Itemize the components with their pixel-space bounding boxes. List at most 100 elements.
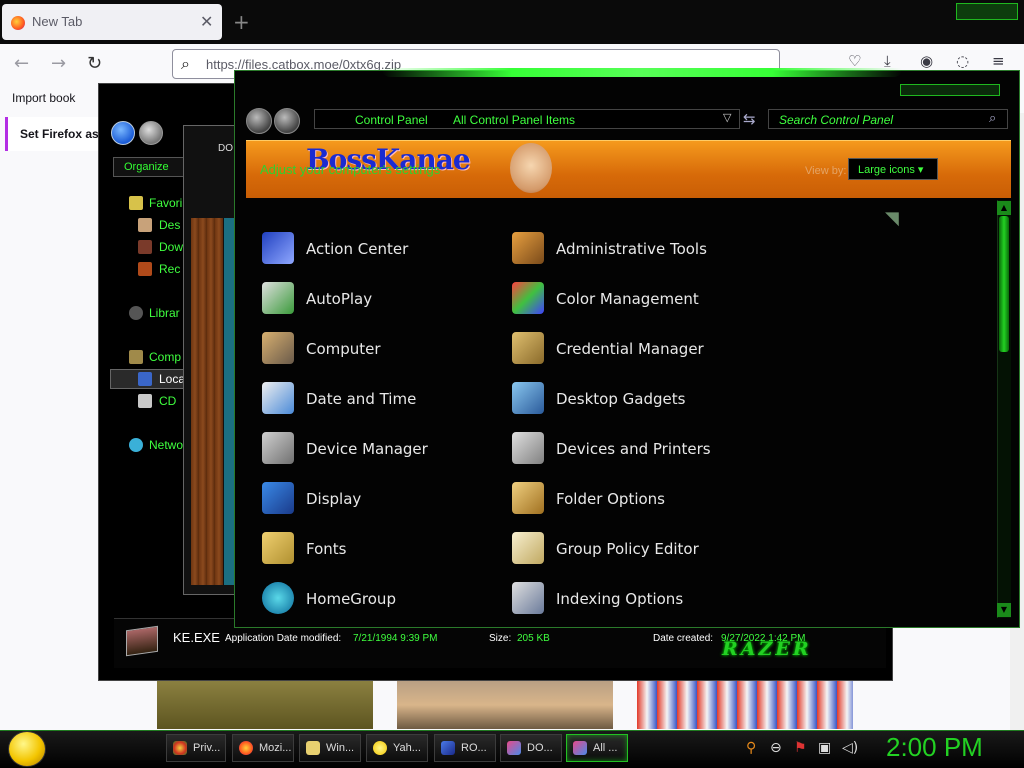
taskbar-item[interactable]: RO... (434, 734, 496, 762)
display-icon (262, 482, 294, 514)
extensions-icon[interactable]: ◌ (956, 52, 969, 70)
taskbar-item[interactable]: Yah... (366, 734, 428, 762)
volume-tray-icon[interactable]: ◁) (842, 740, 858, 756)
menu-icon[interactable]: ≡ (992, 52, 1005, 70)
gadgets-icon (512, 382, 544, 414)
cp-item-devices-printers[interactable]: Devices and Printers (512, 428, 752, 472)
cp-item-label: Indexing Options (556, 590, 684, 608)
indexing-icon (512, 582, 544, 614)
cp-item-fonts[interactable]: Fonts (262, 528, 502, 572)
nav-favorites[interactable]: Favori (149, 196, 182, 210)
taskbar-item[interactable]: Mozi... (232, 734, 294, 762)
nav-local-disk[interactable]: Loca (159, 372, 185, 386)
taskbar-item-active[interactable]: All ... (566, 734, 628, 762)
autoplay-icon (262, 282, 294, 314)
firefox-icon (11, 16, 25, 30)
scroll-down-arrow[interactable]: ▼ (997, 603, 1011, 617)
search-box[interactable]: Search Control Panel ⌕ (768, 109, 1008, 129)
size-label: Size: (489, 633, 512, 644)
taskbar-item[interactable]: Priv... (166, 734, 226, 762)
downloads-icon (138, 240, 152, 254)
control-panel-icon (573, 741, 587, 755)
printer-icon (512, 432, 544, 464)
color-management-icon (512, 282, 544, 314)
window-controls[interactable] (900, 84, 1000, 96)
star-icon (129, 196, 143, 210)
cp-item-indexing-options[interactable]: Indexing Options (512, 578, 752, 622)
search-icon[interactable]: ⌕ (989, 111, 996, 126)
account-icon[interactable]: ◉ (920, 52, 933, 70)
browser-tab[interactable]: New Tab ✕ (2, 4, 222, 40)
back-button[interactable] (246, 108, 272, 134)
network-tray-icon[interactable]: ▣ (818, 740, 831, 756)
search-tray-icon[interactable]: ⚲ (746, 740, 756, 756)
tab-title: New Tab (32, 14, 83, 29)
cp-item-computer[interactable]: Computer (262, 328, 502, 372)
cp-item-folder-options[interactable]: Folder Options (512, 478, 752, 522)
cp-item-group-policy[interactable]: Group Policy Editor (512, 528, 752, 572)
chevron-down-icon[interactable]: ▽ (723, 111, 731, 124)
address-bar[interactable]: Control Panel All Control Panel Items ▽ (314, 109, 740, 129)
cp-item-credential-manager[interactable]: Credential Manager (512, 328, 752, 372)
search-input[interactable]: Search Control Panel (779, 113, 893, 127)
new-tab-button[interactable]: + (233, 10, 250, 34)
close-tab-icon[interactable]: ✕ (200, 12, 213, 31)
window-controls[interactable] (956, 3, 1018, 20)
flag-tray-icon[interactable]: ⚑ (794, 740, 807, 756)
taskbar-item[interactable]: DO... (500, 734, 562, 762)
cp-item-action-center[interactable]: Action Center (262, 228, 502, 272)
nav-computer[interactable]: Comp (149, 350, 181, 364)
cp-item-desktop-gadgets[interactable]: Desktop Gadgets (512, 378, 752, 422)
forward-icon[interactable]: → (51, 53, 66, 74)
scrollbar-thumb[interactable] (999, 216, 1009, 352)
back-icon[interactable]: ← (14, 53, 29, 74)
firefox-icon (239, 741, 253, 755)
cp-item-label: AutoPlay (306, 290, 373, 308)
reload-icon[interactable]: ↻ (87, 53, 102, 74)
breadcrumb-all-items[interactable]: All Control Panel Items (453, 113, 575, 127)
cp-item-label: Fonts (306, 540, 347, 558)
import-bookmarks-link[interactable]: Import book (12, 91, 75, 105)
cp-item-device-manager[interactable]: Device Manager (262, 428, 502, 472)
cp-item-display[interactable]: Display (262, 478, 502, 522)
flag-icon (262, 232, 294, 264)
cp-item-admin-tools[interactable]: Administrative Tools (512, 228, 752, 272)
cp-item-label: Credential Manager (556, 340, 704, 358)
date-modified: 7/21/1994 9:39 PM (353, 633, 438, 644)
nav-cd[interactable]: CD (159, 394, 176, 408)
drive-icon (138, 372, 152, 386)
cd-drive-icon (138, 394, 152, 408)
start-button[interactable] (8, 731, 46, 767)
scroll-up-arrow[interactable]: ▲ (997, 201, 1011, 215)
thumbnail-image[interactable] (637, 681, 853, 729)
nav-desktop[interactable]: Des (159, 218, 180, 232)
thumbnail-image[interactable] (157, 681, 373, 729)
view-by-dropdown[interactable]: Large icons ▾ (848, 158, 938, 180)
cp-item-autoplay[interactable]: AutoPlay (262, 278, 502, 322)
forward-button[interactable] (139, 121, 163, 145)
breadcrumb-control-panel[interactable]: Control Panel (355, 113, 428, 127)
cp-item-color-management[interactable]: Color Management (512, 278, 752, 322)
smiley-icon (373, 741, 387, 755)
nav-downloads[interactable]: Dow (159, 240, 183, 254)
nav-network[interactable]: Netwo (149, 438, 183, 452)
window-glow (382, 68, 902, 77)
fonts-folder-icon (262, 532, 294, 564)
file-name: KE.EXE (173, 630, 220, 645)
organize-button[interactable]: Organize (113, 157, 185, 177)
file-type: Application Date modified: (225, 633, 342, 644)
cp-item-date-time[interactable]: Date and Time (262, 378, 502, 422)
nav-libraries[interactable]: Librar (149, 306, 180, 320)
refresh-icon[interactable]: ⇆ (743, 110, 756, 128)
taskbar-item[interactable]: Win... (299, 734, 361, 762)
minus-tray-icon[interactable]: ⊖ (770, 740, 782, 756)
homegroup-icon (262, 582, 294, 614)
cp-item-homegroup[interactable]: HomeGroup (262, 578, 502, 622)
desktop-icon (138, 218, 152, 232)
forward-button[interactable] (274, 108, 300, 134)
thumbnail-image[interactable] (397, 681, 613, 729)
clock[interactable]: 2:00 PM (886, 732, 983, 763)
file-icon (126, 625, 158, 657)
back-button[interactable] (111, 121, 135, 145)
nav-recent[interactable]: Rec (159, 262, 180, 276)
